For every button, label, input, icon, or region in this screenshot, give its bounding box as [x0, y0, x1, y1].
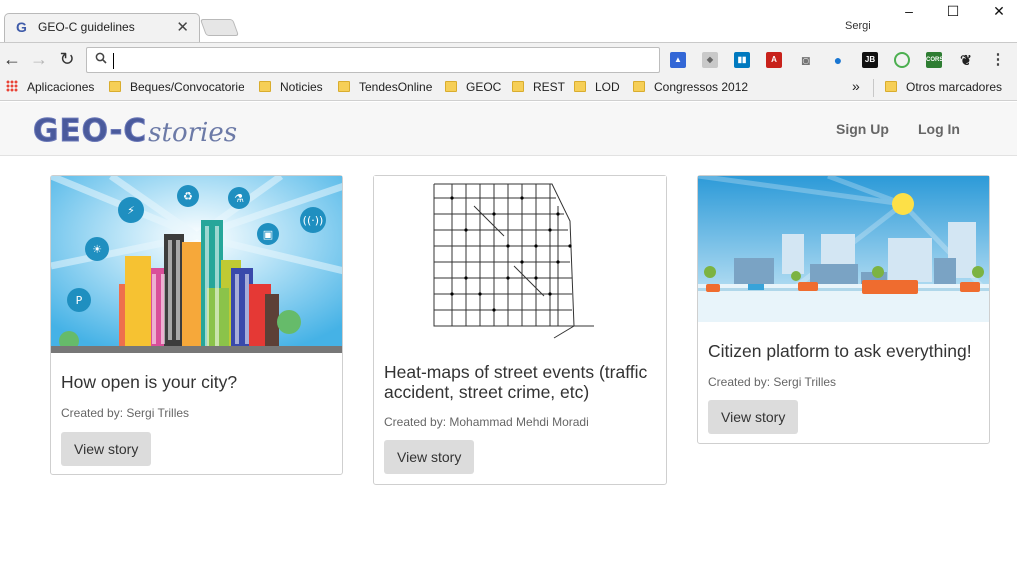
- signup-link[interactable]: Sign Up: [836, 121, 889, 137]
- bookmark-label: Beques/Convocatorie: [130, 80, 244, 94]
- citizen-city-illustration: [698, 176, 989, 322]
- bookmark-folder[interactable]: LOD: [574, 80, 620, 97]
- smart-city-illustration: ⚡ ♻ ⚗ ☀ ▣ ((·)) P: [51, 176, 342, 353]
- graduation-cap-icon[interactable]: ▲: [670, 52, 686, 68]
- story-title[interactable]: Citizen platform to ask everything!: [708, 341, 972, 361]
- svg-text:♻: ♻: [183, 190, 193, 203]
- story-title[interactable]: Heat-maps of street events (traffic acci…: [384, 362, 664, 402]
- search-icon: [95, 52, 107, 64]
- bookmark-other-folder[interactable]: Otros marcadores: [885, 80, 1002, 97]
- site-header: GEO-Cstories Sign Up Log In: [0, 102, 1017, 156]
- text-caret: [113, 53, 114, 69]
- apps-grid-icon: [6, 80, 18, 92]
- browser-toolbar: ← → ↻ ▲ ◆ ▮▮ A ◙ ● JB CORS ❦ ⋮: [0, 42, 1017, 76]
- story-card: Citizen platform to ask everything! Crea…: [697, 175, 990, 444]
- folder-icon: [512, 81, 524, 92]
- bookmark-label: REST: [533, 80, 566, 94]
- svg-text:⚡: ⚡: [127, 204, 135, 217]
- browser-titlebar: G GEO-C guidelines ✕ Sergi – ☐ ✕: [0, 0, 1017, 42]
- bookmarks-overflow-button[interactable]: »: [852, 78, 860, 95]
- view-story-button[interactable]: View story: [61, 432, 152, 466]
- close-window-button[interactable]: ✕: [976, 0, 1017, 22]
- bookmark-label: TendesOnline: [359, 80, 433, 94]
- camera-icon[interactable]: ◙: [798, 52, 814, 68]
- citizen-image: [698, 176, 989, 322]
- folder-icon: [445, 81, 457, 92]
- bookmark-label: Aplicaciones: [27, 80, 95, 94]
- folder-icon: [259, 81, 271, 92]
- bookmark-label: Otros marcadores: [906, 80, 1003, 94]
- drop-icon[interactable]: ●: [830, 52, 846, 68]
- bookmark-folder[interactable]: GEOC: [445, 80, 501, 97]
- address-bar[interactable]: [86, 47, 660, 73]
- reload-icon[interactable]: ↻: [57, 50, 77, 70]
- bookmark-label: Congressos 2012: [654, 80, 749, 94]
- bookmark-apps[interactable]: Aplicaciones: [6, 80, 94, 97]
- street-map-image: [433, 183, 594, 339]
- story-author: Created by: Sergi Trilles: [61, 406, 190, 420]
- folder-icon: [574, 81, 586, 92]
- story-author: Created by: Sergi Trilles: [708, 375, 837, 389]
- story-card: ⚡ ♻ ⚗ ☀ ▣ ((·)) P How open is your city?…: [50, 175, 343, 475]
- folder-icon: [885, 81, 897, 92]
- trello-icon[interactable]: ▮▮: [734, 52, 750, 68]
- story-author: Created by: Mohammad Mehdi Moradi: [384, 415, 589, 429]
- cors-icon[interactable]: CORS: [926, 52, 943, 68]
- box-icon[interactable]: ◆: [702, 52, 718, 68]
- bookmark-label: GEOC: [466, 80, 502, 94]
- story-card: Heat-maps of street events (traffic acci…: [373, 175, 667, 485]
- tab-title: GEO-C guidelines: [38, 20, 135, 34]
- bookmark-folder[interactable]: Beques/Convocatorie: [109, 80, 244, 97]
- folder-icon: [109, 81, 121, 92]
- geoc-favicon-icon: G: [16, 19, 27, 35]
- view-story-button[interactable]: View story: [708, 400, 799, 434]
- bookmark-folder[interactable]: Noticies: [259, 80, 323, 97]
- folder-icon: [633, 81, 645, 92]
- svg-text:((·)): ((·)): [303, 214, 324, 227]
- logo-main-text: GEO-C: [32, 113, 148, 150]
- bookmark-folder[interactable]: REST: [512, 80, 565, 97]
- view-story-button[interactable]: View story: [384, 440, 475, 474]
- street-map-illustration: [374, 176, 666, 346]
- bookmark-folder[interactable]: Congressos 2012: [633, 80, 748, 97]
- site-logo[interactable]: GEO-Cstories: [32, 113, 238, 150]
- svg-text:▣: ▣: [263, 228, 273, 241]
- pdf-icon[interactable]: A: [766, 52, 782, 68]
- logo-sub-text: stories: [148, 118, 238, 148]
- svg-text:P: P: [76, 294, 83, 307]
- bookmark-label: Noticies: [280, 80, 323, 94]
- evernote-icon[interactable]: ❦: [958, 52, 974, 68]
- bookmarks-separator: [873, 79, 874, 97]
- tab-close-icon[interactable]: ✕: [176, 18, 189, 36]
- url-input[interactable]: [113, 51, 653, 70]
- profile-user-name[interactable]: Sergi: [845, 20, 871, 32]
- maximize-button[interactable]: ☐: [930, 0, 976, 22]
- jb-icon[interactable]: JB: [862, 52, 878, 68]
- city-image: ⚡ ♻ ⚗ ☀ ▣ ((·)) P: [51, 176, 342, 353]
- bookmark-folder[interactable]: TendesOnline: [338, 80, 432, 97]
- login-link[interactable]: Log In: [918, 121, 960, 137]
- story-title[interactable]: How open is your city?: [61, 372, 237, 392]
- forward-arrow-icon[interactable]: →: [29, 50, 49, 70]
- menu-dots-icon[interactable]: ⋮: [990, 52, 1006, 68]
- svg-text:⚗: ⚗: [234, 192, 244, 205]
- bookmarks-bar: Aplicaciones Beques/Convocatorie Noticie…: [0, 76, 1017, 101]
- bookmark-label: LOD: [595, 80, 620, 94]
- back-arrow-icon[interactable]: ←: [2, 50, 22, 70]
- target-icon[interactable]: [894, 52, 910, 68]
- new-tab-button[interactable]: [199, 19, 240, 36]
- folder-icon: [338, 81, 350, 92]
- svg-text:☀: ☀: [92, 243, 102, 256]
- minimize-button[interactable]: –: [886, 0, 932, 22]
- browser-tab[interactable]: G GEO-C guidelines ✕: [4, 13, 200, 42]
